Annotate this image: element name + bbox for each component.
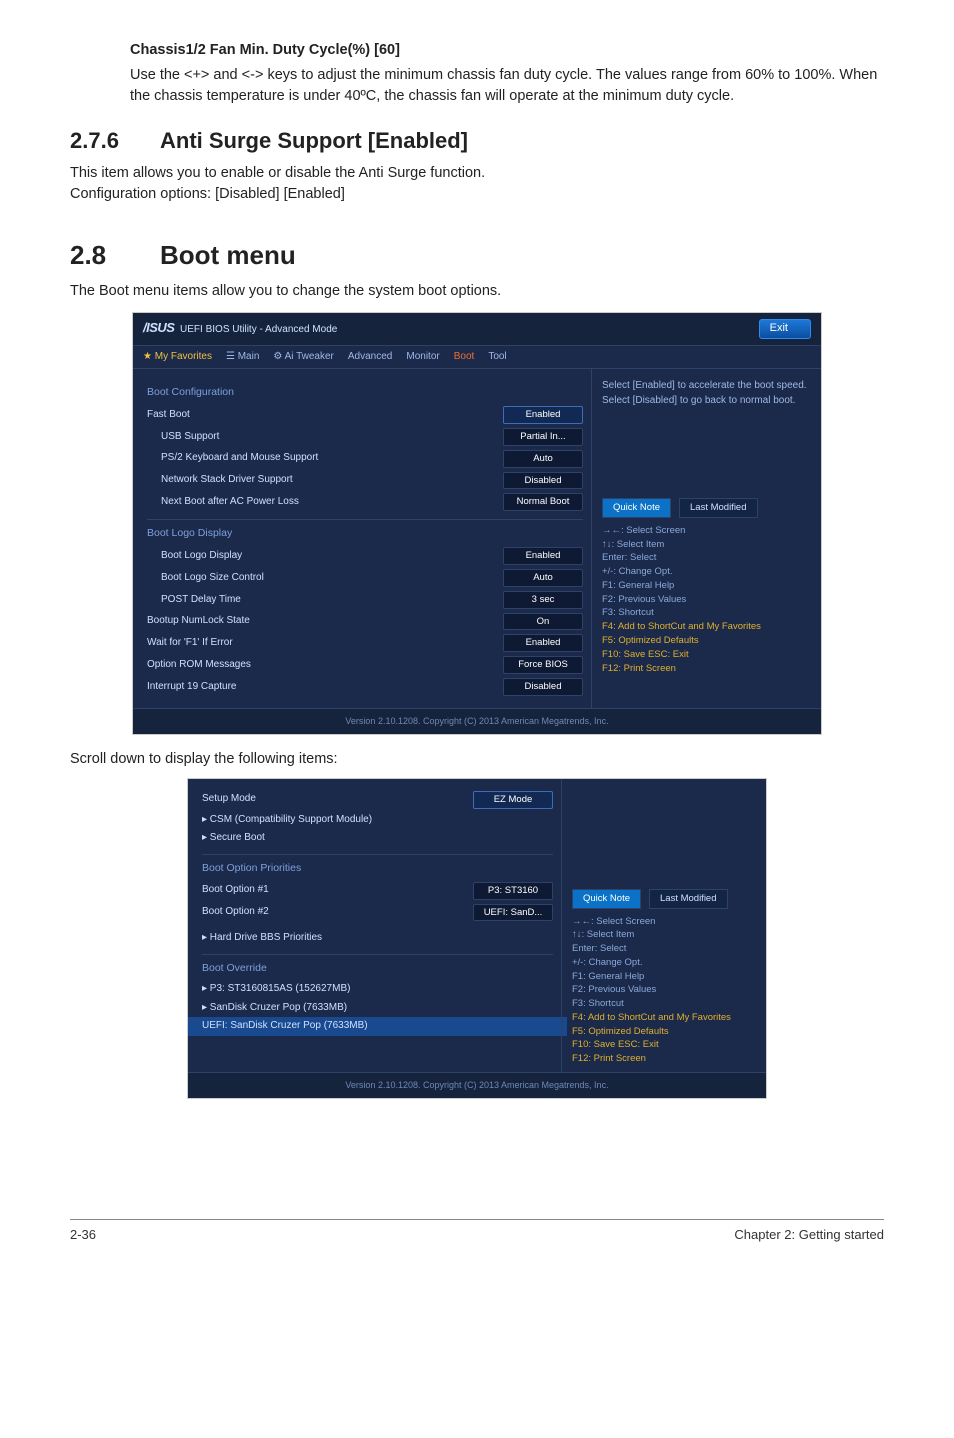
page-footer: 2-36 Chapter 2: Getting started (70, 1219, 884, 1245)
tab-lastmodified[interactable]: Last Modified (679, 498, 758, 518)
row-usb[interactable]: USB Support (147, 430, 219, 445)
row-logodisplay[interactable]: Boot Logo Display (147, 549, 242, 564)
section-28-heading: 2.8 Boot menu (70, 237, 884, 275)
section-276-heading: 2.7.6 Anti Surge Support [Enabled] (70, 125, 884, 157)
menu-advanced[interactable]: Advanced (348, 350, 392, 365)
val-postdelay[interactable]: 3 sec (503, 591, 583, 609)
section-276-p1: This item allows you to enable or disabl… (70, 163, 884, 184)
section-28-title: Boot menu (160, 237, 296, 275)
grp-bootpriorities: Boot Option Priorities (202, 861, 553, 876)
row-nextboot[interactable]: Next Boot after AC Power Loss (147, 495, 299, 510)
tab-quicknote[interactable]: Quick Note (602, 498, 671, 518)
tab-lastmodified-2[interactable]: Last Modified (649, 889, 728, 909)
help-text: Select [Enabled] to accelerate the boot … (602, 379, 811, 408)
hotkey-list-2: →←: Select Screen ↑↓: Select Item Enter:… (572, 915, 756, 1066)
row-secureboot[interactable]: ▸ Secure Boot (202, 831, 265, 846)
bios2-help-pane: Quick Note Last Modified →←: Select Scre… (561, 779, 766, 1072)
val-ps2[interactable]: Auto (503, 450, 583, 468)
fan-heading: Chassis1/2 Fan Min. Duty Cycle(%) [60] (130, 40, 884, 61)
chapter-label: Chapter 2: Getting started (734, 1226, 884, 1245)
menu-boot[interactable]: Boot (454, 350, 475, 365)
fan-paragraph: Use the <+> and <-> keys to adjust the m… (130, 65, 884, 107)
val-fastboot[interactable]: Enabled (503, 406, 583, 424)
row-hdd-bbs[interactable]: ▸ Hard Drive BBS Priorities (202, 931, 322, 946)
bios-screenshot-2: Setup Mode EZ Mode ▸ CSM (Compatibility S… (187, 778, 767, 1099)
row-postdelay[interactable]: POST Delay Time (147, 593, 241, 608)
val-bootopt2[interactable]: UEFI: SanD... (473, 904, 553, 922)
row-numlock[interactable]: Bootup NumLock State (147, 614, 250, 629)
bios-menu-bar: ★ My Favorites ☰ Main ⚙ Ai Tweaker Advan… (133, 345, 821, 370)
val-int19[interactable]: Disabled (503, 678, 583, 696)
scroll-caption: Scroll down to display the following ite… (70, 749, 884, 770)
hotkey-list: →←: Select Screen ↑↓: Select Item Enter:… (602, 524, 811, 675)
section-28-num: 2.8 (70, 237, 160, 275)
bios-footer: Version 2.10.1208. Copyright (C) 2013 Am… (133, 708, 821, 734)
row-override-1[interactable]: ▸ P3: ST3160815AS (152627MB) (202, 982, 350, 997)
grp-bootcfg: Boot Configuration (147, 385, 583, 400)
menu-tool[interactable]: Tool (488, 350, 506, 365)
bios-title: /ISUS UEFI BIOS Utility - Advanced Mode (143, 319, 337, 338)
exit-button[interactable]: Exit (759, 319, 811, 339)
row-ps2[interactable]: PS/2 Keyboard and Mouse Support (147, 451, 318, 466)
section-28-p1: The Boot menu items allow you to change … (70, 281, 884, 302)
val-bootopt1[interactable]: P3: ST3160 (473, 882, 553, 900)
val-nextboot[interactable]: Normal Boot (503, 493, 583, 511)
row-csm[interactable]: ▸ CSM (Compatibility Support Module) (202, 813, 372, 828)
val-optionrom[interactable]: Force BIOS (503, 656, 583, 674)
bios-screenshot-1: /ISUS UEFI BIOS Utility - Advanced Mode … (132, 312, 822, 735)
grp-bootlogo: Boot Logo Display (147, 526, 583, 541)
row-override-3-selected[interactable]: UEFI: SanDisk Cruzer Pop (7633MB) (202, 1020, 368, 1031)
row-netstack[interactable]: Network Stack Driver Support (147, 473, 293, 488)
row-bootopt2[interactable]: Boot Option #2 (202, 905, 269, 920)
val-logodisplay[interactable]: Enabled (503, 547, 583, 565)
val-numlock[interactable]: On (503, 613, 583, 631)
row-logosize[interactable]: Boot Logo Size Control (147, 571, 264, 586)
menu-favorites[interactable]: ★ My Favorites (143, 350, 212, 365)
tab-quicknote-2[interactable]: Quick Note (572, 889, 641, 909)
menu-monitor[interactable]: Monitor (406, 350, 439, 365)
menu-main[interactable]: ☰ Main (226, 350, 259, 365)
row-bootopt1[interactable]: Boot Option #1 (202, 883, 269, 898)
val-waitf1[interactable]: Enabled (503, 634, 583, 652)
bios2-footer: Version 2.10.1208. Copyright (C) 2013 Am… (188, 1072, 766, 1098)
page-number: 2-36 (70, 1226, 96, 1245)
row-int19[interactable]: Interrupt 19 Capture (147, 680, 237, 695)
bios2-left-pane: Setup Mode EZ Mode ▸ CSM (Compatibility S… (188, 779, 561, 1072)
row-fastboot[interactable]: Fast Boot (147, 408, 190, 423)
val-usb[interactable]: Partial In... (503, 428, 583, 446)
row-override-2[interactable]: ▸ SanDisk Cruzer Pop (7633MB) (202, 1001, 347, 1016)
val-netstack[interactable]: Disabled (503, 472, 583, 490)
bios-left-pane: Boot Configuration Fast Boot Enabled USB … (133, 369, 591, 708)
menu-tweaker[interactable]: ⚙ Ai Tweaker (273, 350, 333, 365)
grp-bootoverride: Boot Override (202, 961, 553, 976)
val-setupmode[interactable]: EZ Mode (473, 791, 553, 809)
section-276-p2: Configuration options: [Disabled] [Enabl… (70, 184, 884, 205)
row-optionrom[interactable]: Option ROM Messages (147, 658, 251, 673)
section-276-title: Anti Surge Support [Enabled] (160, 125, 468, 157)
row-setupmode[interactable]: Setup Mode (202, 792, 256, 807)
val-logosize[interactable]: Auto (503, 569, 583, 587)
section-276-num: 2.7.6 (70, 125, 160, 157)
bios-help-pane: Select [Enabled] to accelerate the boot … (591, 369, 821, 708)
row-waitf1[interactable]: Wait for 'F1' If Error (147, 636, 233, 651)
